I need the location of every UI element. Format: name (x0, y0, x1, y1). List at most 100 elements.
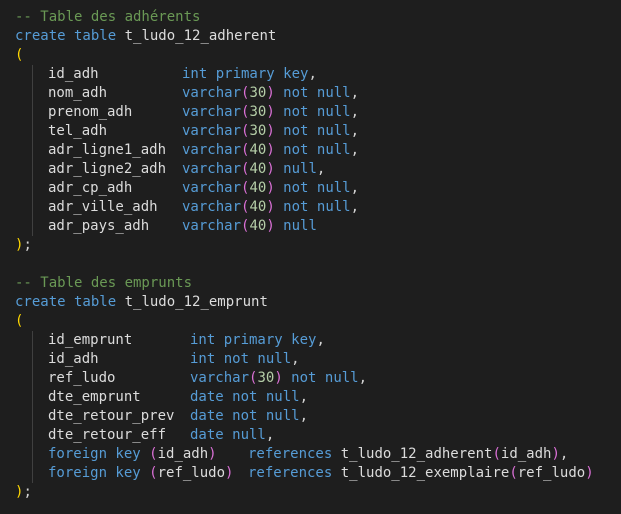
type-paren: ) (266, 161, 275, 177)
code-line: ); (15, 483, 621, 502)
fk-separator: , (559, 446, 569, 462)
fk-paren: ) (225, 465, 234, 481)
column-name-cell: dte_retour_eff (48, 426, 190, 445)
column-definition: adr_pays_adh varchar(40) null (15, 217, 621, 236)
sql-comment: -- Table des adhérents (15, 9, 201, 25)
column-type: int not null (190, 351, 292, 367)
column-constraint: not null, (274, 123, 360, 139)
column-constraint: not null, (274, 180, 360, 196)
referenced-table: t_ludo_12_adherent (340, 446, 493, 462)
column-name-cell: adr_cp_adh (48, 179, 182, 198)
type-paren: ) (266, 85, 275, 101)
code-line: ( (15, 312, 621, 331)
ref-paren: ( (492, 446, 501, 462)
code-line: ); (15, 236, 621, 255)
column-definition: prenom_adh varchar(30) not null, (15, 103, 621, 122)
fk-column: ref_ludo (157, 465, 226, 481)
table-name: t_ludo_12_emprunt (124, 294, 268, 310)
column-separator: , (308, 66, 317, 82)
column-name-cell: adr_ville_adh (48, 198, 182, 217)
type-paren: ) (266, 218, 275, 234)
indent-guide (32, 369, 33, 388)
column-name: adr_ligne2_adh (48, 161, 167, 177)
column-definition: tel_adh varchar(30) not null, (15, 122, 621, 141)
ref-paren: ) (551, 446, 560, 462)
column-type: date null (190, 427, 266, 443)
column-name: ref_ludo (48, 370, 116, 386)
column-name: adr_cp_adh (48, 180, 133, 196)
column-name: id_adh (48, 66, 99, 82)
column-constraint: null (274, 218, 317, 234)
column-type: date not null (190, 408, 300, 424)
column-constraint: not null, (282, 370, 368, 386)
column-separator: , (265, 427, 275, 443)
column-type: varchar (182, 104, 242, 120)
code-line: create table t_ludo_12_emprunt (15, 293, 621, 312)
column-definition: adr_ligne2_adh varchar(40) null, (15, 160, 621, 179)
column-constraint: not null, (274, 85, 360, 101)
indent-guide (32, 350, 33, 369)
column-type: varchar (182, 180, 242, 196)
fk-paren: ( (149, 465, 158, 481)
open-paren: ( (15, 313, 24, 329)
type-length: 40 (249, 180, 267, 196)
indent-guide (32, 160, 33, 179)
column-separator: , (299, 408, 309, 424)
close-paren: ); (15, 484, 32, 500)
column-name-cell: nom_adh (48, 84, 182, 103)
column-constraint: not null, (274, 104, 360, 120)
code-line: create table t_ludo_12_adherent (15, 27, 621, 46)
indent-guide (32, 426, 33, 445)
type-paren: ) (266, 180, 275, 196)
type-length: 40 (249, 161, 267, 177)
fk-paren: ) (208, 446, 217, 462)
indent-guide (32, 198, 33, 217)
column-type: varchar (182, 218, 242, 234)
fk-cell: foreign key (id_adh) (48, 445, 248, 464)
type-length: 30 (257, 370, 275, 386)
indent-guide (32, 103, 33, 122)
code-line: -- Table des emprunts (15, 274, 621, 293)
column-definition: ref_ludo varchar(30) not null, (15, 369, 621, 388)
column-name: adr_ville_adh (48, 199, 158, 215)
indent-guide (32, 407, 33, 426)
code-editor[interactable]: -- Table des adhérents create table t_lud… (0, 0, 621, 514)
column-type: varchar (182, 85, 242, 101)
type-length: 30 (249, 85, 267, 101)
references-keyword: references (248, 465, 333, 481)
column-name: adr_pays_adh (48, 218, 150, 234)
type-paren: ) (274, 370, 283, 386)
table-name: t_ludo_12_adherent (124, 28, 277, 44)
column-definition: id_adh int primary key, (15, 65, 621, 84)
column-type: varchar (182, 199, 242, 215)
type-length: 30 (249, 123, 267, 139)
column-definition: adr_ville_adh varchar(40) not null, (15, 198, 621, 217)
type-length: 40 (249, 218, 267, 234)
column-name-cell: adr_ligne2_adh (48, 160, 182, 179)
column-name-cell: ref_ludo (48, 369, 190, 388)
foreign-key-definition: foreign key (ref_ludo) references t_ludo_… (15, 464, 621, 483)
column-type: int primary key (190, 332, 317, 348)
column-type: date not null (190, 389, 300, 405)
indent-guide (32, 141, 33, 160)
open-paren: ( (15, 47, 24, 63)
indent-guide (32, 331, 33, 350)
referenced-column: ref_ludo (517, 465, 586, 481)
foreign-key-definition: foreign key (id_adh) references t_ludo_12… (15, 445, 621, 464)
type-length: 30 (249, 104, 267, 120)
fk-column: id_adh (157, 446, 209, 462)
type-length: 40 (249, 142, 267, 158)
column-name: dte_emprunt (48, 389, 141, 405)
indent-guide (32, 217, 33, 236)
column-name-cell: tel_adh (48, 122, 182, 141)
references-keyword: references (248, 446, 333, 462)
column-name: prenom_adh (48, 104, 133, 120)
code-line: -- Table des adhérents (15, 8, 621, 27)
referenced-column: id_adh (500, 446, 552, 462)
column-name: nom_adh (48, 85, 108, 101)
